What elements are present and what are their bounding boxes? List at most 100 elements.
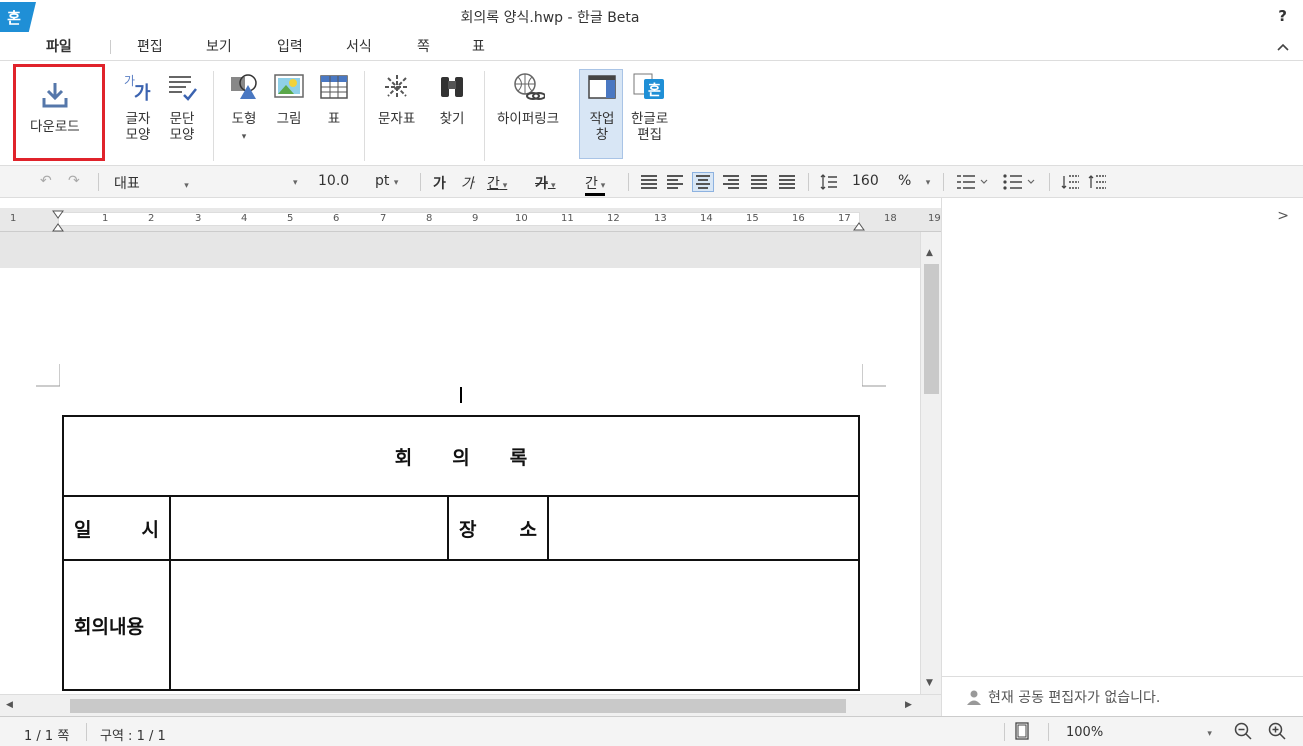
line-spacing-icon[interactable] xyxy=(820,173,838,195)
horizontal-ruler[interactable]: 1 1 2 3 4 5 6 7 8 9 10 11 12 13 14 15 16… xyxy=(0,208,941,232)
numbered-list-icon[interactable] xyxy=(955,173,989,195)
meeting-minutes-table[interactable]: 회의록 일시 장소 회의내용 xyxy=(62,415,860,691)
panel-expand-button[interactable]: > xyxy=(1277,208,1289,224)
align-left-icon[interactable] xyxy=(664,172,686,192)
scroll-up-icon[interactable]: ▲ xyxy=(926,248,933,258)
underline-button[interactable]: 간 ▾ xyxy=(487,173,507,193)
document-area[interactable]: 회의록 일시 장소 회의내용 xyxy=(0,232,920,694)
ribbon-collapse-button[interactable] xyxy=(1277,40,1289,56)
menu-divider xyxy=(110,40,111,54)
document-page[interactable]: 회의록 일시 장소 회의내용 xyxy=(0,268,920,694)
date-value-cell[interactable] xyxy=(169,495,449,561)
char-shape-icon: 가가 xyxy=(120,67,156,107)
strikethrough-button[interactable]: 가 ▾ xyxy=(535,173,556,193)
strike-glyph: 가 xyxy=(535,176,548,192)
place-label-cell[interactable]: 장소 xyxy=(447,495,549,561)
unit-select[interactable]: pt ▾ xyxy=(375,173,398,189)
ruler-number: 19 xyxy=(928,213,941,224)
picture-icon xyxy=(271,67,307,107)
content-label: 회의내용 xyxy=(74,615,144,638)
align-split-icon[interactable] xyxy=(776,172,798,192)
caret-down-icon: ▾ xyxy=(547,181,556,191)
caret-down-icon: ▾ xyxy=(293,178,298,188)
date-label-cell[interactable]: 일시 xyxy=(62,495,171,561)
ruler-number: 1 xyxy=(102,213,109,224)
scroll-down-icon[interactable]: ▼ xyxy=(926,678,933,688)
page-corner-mark xyxy=(862,364,886,387)
hyperlink-button[interactable]: 하이퍼링크 xyxy=(497,67,559,127)
task-pane-icon xyxy=(584,67,620,107)
font-color-button[interactable]: 간 ▾ xyxy=(585,173,606,196)
zoom-in-icon[interactable] xyxy=(1268,722,1286,744)
table-title-cell[interactable]: 회의록 xyxy=(62,415,860,497)
para-shape-button[interactable]: 문단 모양 xyxy=(164,67,200,143)
svg-text:혼: 혼 xyxy=(648,82,661,99)
line-spacing-unit[interactable]: % ▾ xyxy=(898,173,930,189)
content-value-cell[interactable] xyxy=(169,559,860,691)
para-shape-label-1: 문단 xyxy=(169,111,195,127)
ruler-number: 11 xyxy=(561,213,574,224)
find-button[interactable]: 찾기 xyxy=(434,67,470,127)
ribbon: 다운로드 가가 글자 모양 문단 모양 도형 ▾ 그림 표 문자표 찾기 하이퍼… xyxy=(0,60,1303,166)
tab-insert[interactable]: 입력 xyxy=(277,36,303,56)
task-pane-label-2: 창 xyxy=(595,127,609,143)
zoom-select[interactable]: 100% ▾ xyxy=(1066,725,1212,740)
find-label: 찾기 xyxy=(439,111,465,127)
scroll-left-icon[interactable]: ◀ xyxy=(6,700,13,710)
char-shape-label-1: 글자 xyxy=(125,111,151,127)
ruler-number: 6 xyxy=(333,213,340,224)
shape-button[interactable]: 도형 ▾ xyxy=(226,67,262,145)
help-button[interactable]: ? xyxy=(1278,7,1287,25)
scroll-right-icon[interactable]: ▶ xyxy=(905,700,912,710)
content-label-cell[interactable]: 회의내용 xyxy=(62,559,171,691)
style-select[interactable]: 대표 ▾ xyxy=(114,173,189,193)
align-distribute-icon[interactable] xyxy=(748,172,770,192)
redo-icon[interactable]: ↷ xyxy=(68,173,80,189)
asterisk-icon xyxy=(379,67,415,107)
decrease-indent-icon[interactable] xyxy=(1060,173,1080,195)
title-bar: 혼 회의록 양식.hwp - 한글 Beta ? xyxy=(0,0,1303,32)
tab-format[interactable]: 서식 xyxy=(346,36,372,56)
tab-table[interactable]: 표 xyxy=(472,36,485,56)
undo-icon[interactable]: ↶ xyxy=(40,173,52,189)
font-size-input[interactable]: 10.0 xyxy=(318,173,349,189)
ribbon-divider xyxy=(213,71,214,161)
align-center-icon[interactable] xyxy=(692,172,714,192)
italic-button[interactable]: 가 xyxy=(461,173,474,193)
vertical-scrollbar[interactable]: ▲ ▼ xyxy=(920,232,941,694)
char-shape-button[interactable]: 가가 글자 모양 xyxy=(120,67,156,143)
bold-button[interactable]: 가 xyxy=(433,173,446,193)
vertical-scroll-thumb[interactable] xyxy=(924,264,939,394)
tab-file[interactable]: 파일 xyxy=(46,36,72,56)
picture-button[interactable]: 그림 xyxy=(271,67,307,127)
table-icon xyxy=(316,67,352,107)
increase-indent-icon[interactable] xyxy=(1087,173,1107,195)
place-value-cell[interactable] xyxy=(547,495,860,561)
horizontal-scrollbar[interactable]: ◀ ▶ xyxy=(0,694,941,716)
status-divider xyxy=(1048,723,1049,741)
table-button[interactable]: 표 xyxy=(316,67,352,127)
bullet-list-icon[interactable] xyxy=(1002,173,1036,195)
align-right-icon[interactable] xyxy=(720,172,742,192)
ruler-number: 15 xyxy=(746,213,759,224)
tab-page[interactable]: 쪽 xyxy=(417,36,430,56)
hangul-edit-label-2: 편집 xyxy=(637,127,663,143)
page-view-icon[interactable] xyxy=(1014,722,1030,744)
download-button[interactable]: 다운로드 xyxy=(30,75,80,135)
line-spacing-input[interactable]: 160 xyxy=(852,173,879,189)
task-pane-button[interactable]: 작업 창 xyxy=(584,67,620,143)
page-indicator: 1 / 1 쪽 xyxy=(24,729,70,744)
zoom-out-icon[interactable] xyxy=(1234,722,1252,744)
status-divider xyxy=(1004,723,1005,741)
task-pane-label-1: 작업 xyxy=(589,111,615,127)
horizontal-scroll-thumb[interactable] xyxy=(70,699,846,713)
percent-value: % xyxy=(898,173,912,189)
hangul-edit-button[interactable]: 혼 한글로 편집 xyxy=(631,67,668,143)
align-justify-icon[interactable] xyxy=(638,172,660,192)
tab-view[interactable]: 보기 xyxy=(206,36,232,56)
font-select[interactable]: ▾ xyxy=(293,173,298,189)
char-map-button[interactable]: 문자표 xyxy=(378,67,415,127)
caret-down-icon: ▾ xyxy=(241,132,247,142)
caret-down-icon: ▾ xyxy=(597,181,606,191)
tab-edit[interactable]: 편집 xyxy=(137,36,163,56)
